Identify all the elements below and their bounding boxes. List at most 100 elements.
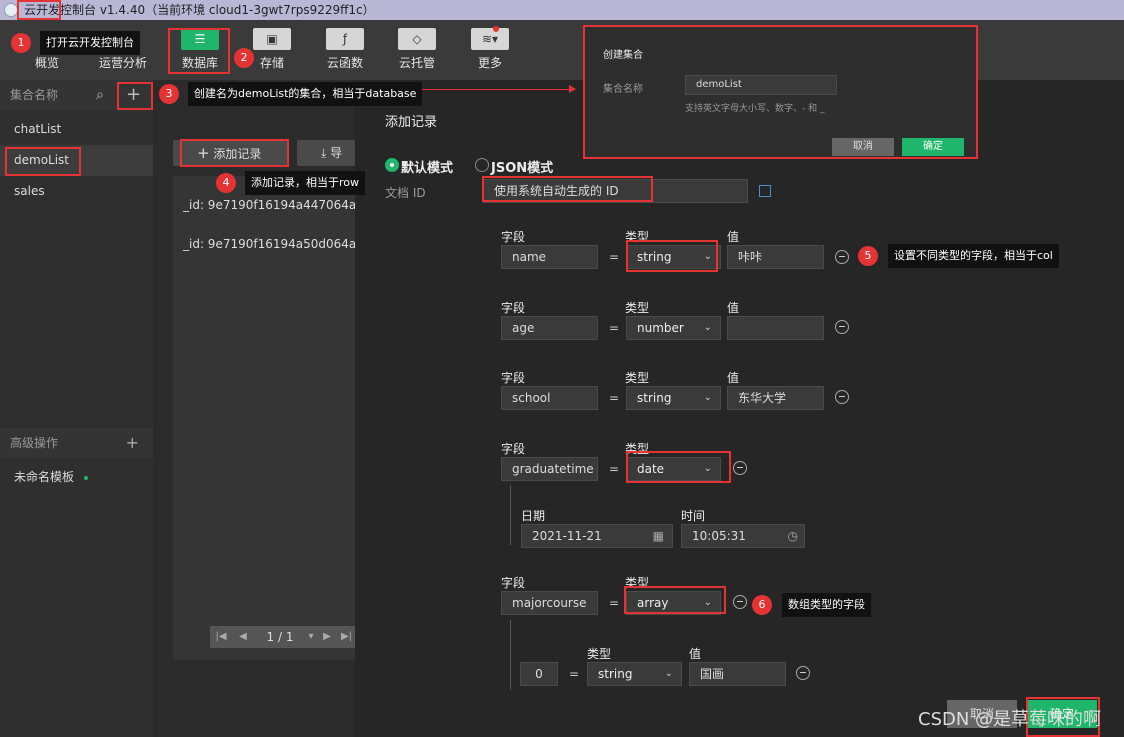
remove-field-icon[interactable] — [733, 461, 747, 475]
annotation-box-add-record — [180, 139, 289, 167]
annotation-box-demolist — [5, 147, 81, 176]
radio-json-mode[interactable] — [475, 158, 489, 172]
function-icon: ƒ — [326, 28, 364, 50]
annotation-box-doc-id — [482, 176, 653, 202]
field-name-input[interactable]: graduatetime — [501, 457, 598, 481]
time-input[interactable]: 10:05:31 ◷ — [681, 524, 805, 548]
edit-icon[interactable] — [759, 185, 771, 197]
nested-guide-line — [510, 620, 511, 690]
remove-field-icon[interactable] — [733, 595, 747, 609]
tool-hosting[interactable]: ◇ 云托管 — [387, 28, 447, 71]
json-mode-label: JSON模式 — [491, 161, 554, 176]
prev-page-icon[interactable]: ◀ — [232, 626, 254, 648]
annotation-box-title — [17, 0, 61, 20]
type-select[interactable]: string ⌄ — [626, 386, 721, 410]
equals-sign: = — [609, 321, 620, 335]
type-label: 类型 — [625, 371, 650, 385]
value-label: 值 — [727, 371, 740, 385]
field-name-input[interactable]: school — [501, 386, 598, 410]
create-collection-dialog: 创建集合 集合名称 demoList 支持英文字母大小写、数字、- 和 _ 取消… — [583, 25, 978, 159]
field-value-input[interactable] — [727, 316, 824, 340]
dialog-confirm-button[interactable]: 确定 — [902, 138, 964, 156]
value-label: 值 — [689, 647, 702, 661]
dialog-title: 创建集合 — [603, 50, 643, 61]
export-button[interactable]: ⤓ 导 — [297, 140, 355, 166]
date-input[interactable]: 2021-11-21 ▦ — [521, 524, 673, 548]
nested-guide-line — [510, 485, 511, 545]
download-icon: ⤓ — [321, 146, 327, 160]
first-page-icon[interactable]: |◀ — [210, 626, 232, 648]
template-item[interactable]: 未命名模板 — [14, 468, 89, 485]
watermark: CSDN @是草莓味的啊 — [918, 709, 1102, 730]
annotation-box-type-array — [624, 586, 726, 614]
type-select[interactable]: number ⌄ — [626, 316, 721, 340]
storage-icon: ▣ — [253, 28, 291, 50]
equals-sign: = — [569, 667, 580, 681]
annotation-badge: 6 — [752, 595, 772, 615]
field-label: 字段 — [501, 371, 526, 385]
collection-name-input[interactable]: demoList — [685, 75, 837, 95]
collection-item[interactable]: sales — [0, 176, 153, 207]
last-page-icon[interactable]: ▶| — [338, 626, 355, 648]
array-index-input[interactable]: 0 — [520, 662, 558, 686]
remove-field-icon[interactable] — [835, 320, 849, 334]
record-row[interactable]: _id: 9e7190f16194a50d064a737 — [183, 237, 355, 251]
annotation-tip: 添加记录，相当于row — [245, 171, 366, 195]
remove-item-icon[interactable] — [796, 666, 810, 680]
app-icon — [4, 3, 18, 17]
annotation-tip: 设置不同类型的字段，相当于col — [888, 244, 1059, 268]
default-mode-label: 默认模式 — [401, 161, 454, 176]
page-indicator: 1 / 1 — [266, 630, 294, 644]
type-label: 类型 — [625, 301, 650, 315]
clock-icon: ◷ — [787, 529, 798, 543]
record-row[interactable]: _id: 9e7190f16194a447064a59c — [183, 198, 355, 212]
collection-sidebar: 集合名称 ⌕ + chatList demoList sales 高级操作 + … — [0, 80, 153, 737]
add-template-icon[interactable]: + — [126, 428, 139, 458]
annotation-badge: 5 — [858, 246, 878, 266]
field-label: 字段 — [501, 230, 526, 244]
next-page-icon[interactable]: ▶ — [316, 626, 338, 648]
calendar-icon: ▦ — [652, 529, 664, 543]
date-label: 日期 — [521, 509, 546, 523]
chevron-down-icon: ⌄ — [703, 322, 712, 333]
type-label: 类型 — [587, 647, 612, 661]
panel-title: 添加记录 — [385, 115, 438, 130]
value-label: 值 — [727, 301, 740, 315]
window-title: 云开发控制台 v1.4.40（当前环境 cloud1-3gwt7rps9229f… — [24, 3, 375, 17]
tool-functions[interactable]: ƒ 云函数 — [315, 28, 375, 71]
page-dropdown-icon[interactable]: ▾ — [306, 626, 316, 648]
field-name-input[interactable]: age — [501, 316, 598, 340]
array-value-input[interactable]: 国画 — [689, 662, 786, 686]
collection-name-hint: 支持英文字母大小写、数字、- 和 _ — [685, 104, 825, 114]
status-dot — [84, 475, 89, 480]
annotation-badge: 2 — [234, 48, 254, 68]
array-type-select[interactable]: string ⌄ — [587, 662, 682, 686]
equals-sign: = — [609, 462, 620, 476]
field-label: 字段 — [501, 442, 526, 456]
doc-id-label: 文档 ID — [385, 186, 426, 200]
advanced-header: 高级操作 + — [0, 428, 153, 458]
field-name-input[interactable]: majorcourse — [501, 591, 598, 615]
chevron-down-icon: ⌄ — [664, 668, 673, 679]
field-value-input[interactable]: 咔咔 — [727, 245, 824, 269]
annotation-tip: 数组类型的字段 — [782, 593, 871, 617]
collection-name-label: 集合名称 — [603, 84, 643, 95]
window-title-bar: 云开发控制台 v1.4.40（当前环境 cloud1-3gwt7rps9229f… — [0, 0, 1124, 20]
time-label: 时间 — [681, 509, 706, 523]
tool-more[interactable]: ≋▾ 更多 — [460, 26, 520, 71]
annotation-badge: 4 — [216, 173, 236, 193]
dialog-cancel-button[interactable]: 取消 — [832, 138, 894, 156]
field-value-input[interactable]: 东华大学 — [727, 386, 824, 410]
field-name-input[interactable]: name — [501, 245, 598, 269]
annotation-box-type-string — [626, 240, 718, 272]
remove-field-icon[interactable] — [835, 250, 849, 264]
add-record-panel: 添加记录 默认模式 JSON模式 文档 ID 使用系统自动生成的 ID 字段 类… — [355, 80, 1124, 737]
remove-field-icon[interactable] — [835, 390, 849, 404]
search-icon[interactable]: ⌕ — [96, 80, 104, 110]
annotation-tip: 创建名为demoList的集合，相当于database — [188, 82, 423, 106]
chevron-down-icon: ⌄ — [703, 392, 712, 403]
field-label: 字段 — [501, 576, 526, 590]
radio-default-mode[interactable] — [385, 158, 399, 172]
collection-item[interactable]: chatList — [0, 114, 153, 145]
record-list: _id: 9e7190f16194a447064a59c _id: 9e7190… — [173, 176, 355, 660]
